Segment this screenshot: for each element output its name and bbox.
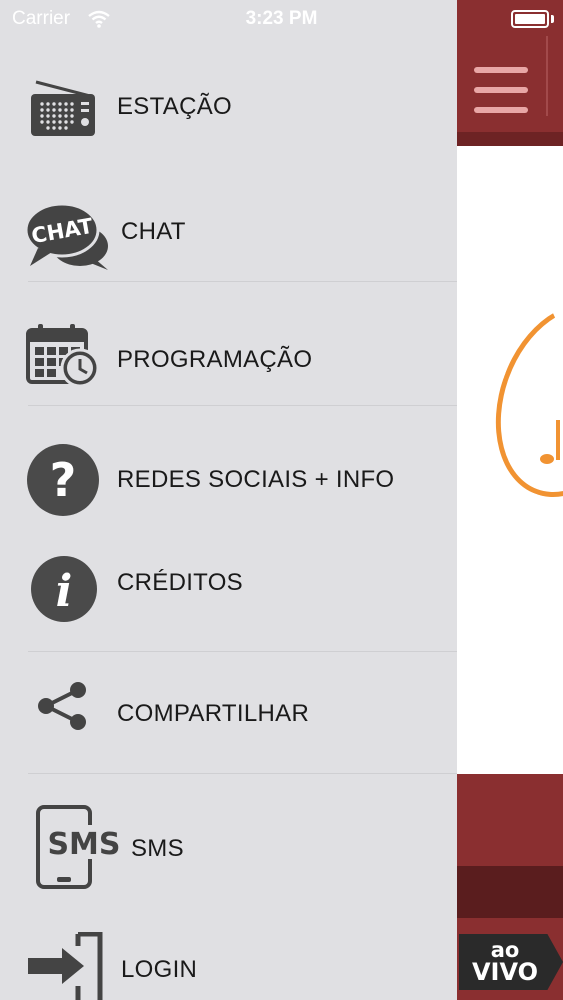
hamburger-bar <box>474 67 528 73</box>
menu-item-label: LOGIN <box>121 956 198 983</box>
app-header-shadow <box>457 132 563 146</box>
hamburger-bar <box>474 107 528 113</box>
ao-vivo-button[interactable]: ao VIVO <box>459 934 563 990</box>
ao-vivo-line1: ao <box>490 938 520 962</box>
header-divider <box>546 36 548 116</box>
music-note-icon <box>540 420 560 464</box>
chat-bubble-icon: CHAT <box>24 202 108 270</box>
menu-item-compartilhar[interactable]: COMPARTILHAR <box>0 665 457 765</box>
ao-vivo-line2: VIVO <box>471 958 539 986</box>
menu-divider <box>28 773 457 774</box>
calendar-clock-icon <box>26 324 100 388</box>
info-icon: i <box>31 556 97 622</box>
menu-item-login[interactable]: LOGIN <box>0 920 457 1000</box>
menu-item-label: PROGRAMAÇÃO <box>117 346 313 373</box>
battery-icon <box>511 10 549 28</box>
question-icon: ? <box>27 444 99 516</box>
menu-item-label: REDES SOCIAIS + INFO <box>117 466 395 493</box>
side-drawer: ESTAÇÃO CHAT CHAT PROGRAMAÇÃO ? REDES SO… <box>0 0 457 1000</box>
player-bar-shadow <box>457 866 563 918</box>
menu-divider <box>28 405 457 406</box>
menu-item-programacao[interactable]: PROGRAMAÇÃO <box>0 310 457 404</box>
status-bar: Carrier 3:23 PM <box>0 0 563 40</box>
menu-divider <box>28 651 457 652</box>
hamburger-bar <box>474 87 528 93</box>
radio-icon <box>31 80 95 136</box>
player-bar <box>457 774 563 866</box>
clock-label: 3:23 PM <box>245 8 318 29</box>
sms-phone-icon: SMS <box>36 805 120 889</box>
svg-text:SMS: SMS <box>47 827 120 862</box>
menu-item-label: CRÉDITOS <box>117 569 243 596</box>
menu-item-chat[interactable]: CHAT CHAT <box>0 190 457 280</box>
svg-text:i: i <box>56 566 73 617</box>
menu-toggle-button[interactable] <box>470 62 532 118</box>
menu-item-creditos[interactable]: i CRÉDITOS <box>0 545 457 635</box>
menu-item-label: CHAT <box>121 218 186 245</box>
menu-item-label: SMS <box>131 835 184 862</box>
svg-text:?: ? <box>50 453 77 507</box>
menu-item-estacao[interactable]: ESTAÇÃO <box>0 60 457 160</box>
battery-tip <box>551 15 554 23</box>
share-icon <box>38 682 86 730</box>
menu-item-label: ESTAÇÃO <box>117 93 233 120</box>
login-icon <box>28 932 103 1000</box>
menu-divider <box>28 281 457 282</box>
menu-item-label: COMPARTILHAR <box>117 700 310 727</box>
menu-item-redes-sociais[interactable]: ? REDES SOCIAIS + INFO <box>0 430 457 530</box>
menu-item-sms[interactable]: SMS SMS <box>0 795 457 895</box>
